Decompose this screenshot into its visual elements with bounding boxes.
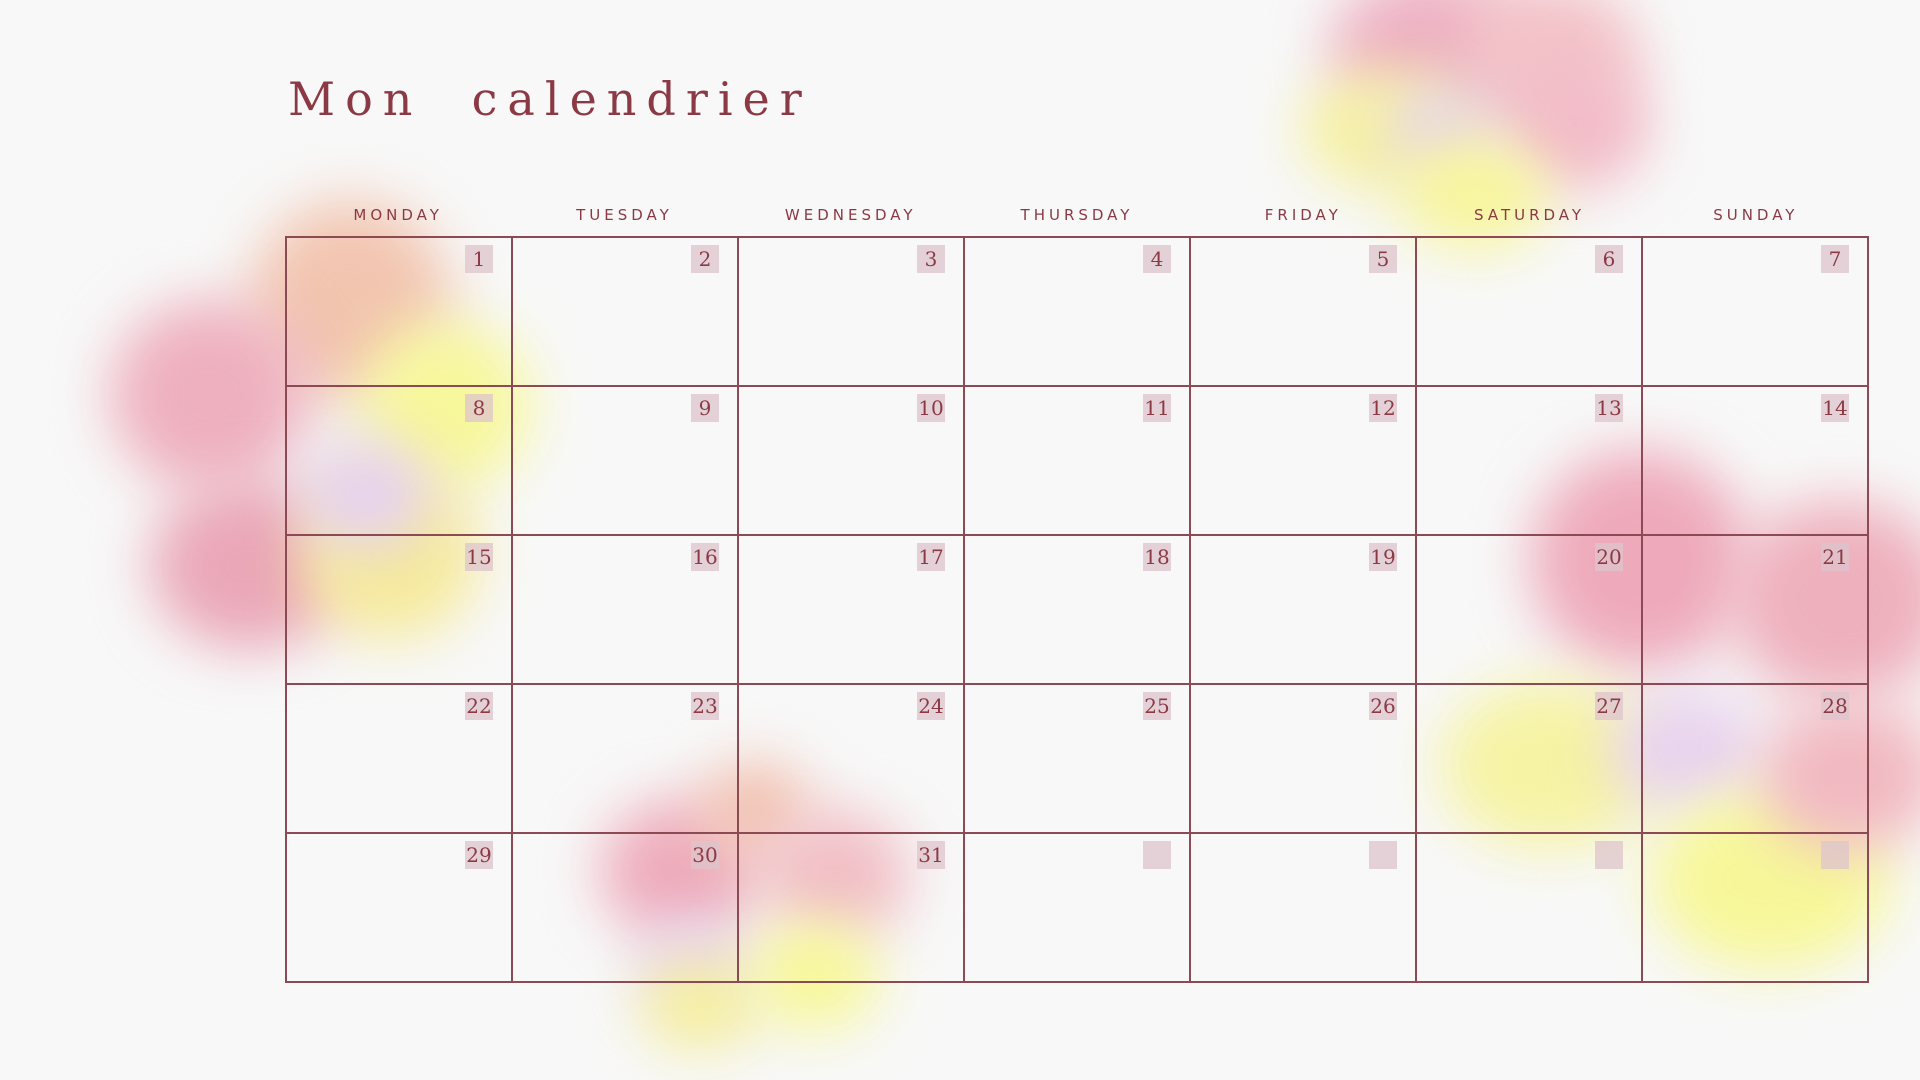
day-cell[interactable]: 7 (1643, 238, 1869, 387)
day-number: 19 (1369, 543, 1397, 571)
weekday-saturday: SATURDAY (1474, 206, 1586, 224)
day-number: 27 (1595, 692, 1623, 720)
day-number: 14 (1821, 394, 1849, 422)
day-number-empty (1369, 841, 1397, 869)
day-number: 24 (917, 692, 945, 720)
day-number: 11 (1143, 394, 1171, 422)
day-number: 4 (1143, 245, 1171, 273)
day-cell[interactable]: 30 (513, 834, 739, 983)
weekday-tuesday: TUESDAY (576, 206, 673, 224)
day-cell[interactable]: 2 (513, 238, 739, 387)
day-cell[interactable]: 23 (513, 685, 739, 834)
day-number: 9 (691, 394, 719, 422)
day-cell[interactable]: 5 (1191, 238, 1417, 387)
weekday-monday: MONDAY (353, 206, 443, 224)
day-number-empty (1143, 841, 1171, 869)
weekday-friday: FRIDAY (1264, 206, 1342, 224)
flower-blob-left (110, 300, 310, 490)
flower-blob-top-right (1330, 0, 1530, 130)
day-cell[interactable]: 10 (739, 387, 965, 536)
flower-blob-top-right (1500, 60, 1650, 190)
weekday-wednesday: WEDNESDAY (784, 206, 917, 224)
day-cell[interactable]: 22 (287, 685, 513, 834)
day-cell[interactable]: 21 (1643, 536, 1869, 685)
day-cell[interactable]: 8 (287, 387, 513, 536)
day-cell[interactable]: 19 (1191, 536, 1417, 685)
day-cell[interactable]: 1 (287, 238, 513, 387)
day-cell[interactable] (965, 834, 1191, 983)
day-cell[interactable]: 29 (287, 834, 513, 983)
page-title: Mon calendrier (288, 72, 812, 126)
day-cell[interactable]: 28 (1643, 685, 1869, 834)
day-cell[interactable] (1417, 834, 1643, 983)
weekday-header-row: MONDAY TUESDAY WEDNESDAY THURSDAY FRIDAY SATU… (285, 206, 1869, 224)
day-cell[interactable]: 3 (739, 238, 965, 387)
day-cell[interactable]: 15 (287, 536, 513, 685)
day-number-empty (1595, 841, 1623, 869)
day-number: 3 (917, 245, 945, 273)
day-number: 20 (1595, 543, 1623, 571)
calendar-page: Mon calendrier MONDAY TUESDAY WEDNESDAY THU… (0, 0, 1920, 1080)
day-cell[interactable]: 14 (1643, 387, 1869, 536)
flower-blob-top-right (1300, 70, 1470, 190)
day-cell[interactable]: 12 (1191, 387, 1417, 536)
weekday-sunday: SUNDAY (1713, 206, 1799, 224)
flower-blob-top-right (1460, 0, 1640, 130)
day-cell[interactable]: 27 (1417, 685, 1643, 834)
day-cell[interactable] (1643, 834, 1869, 983)
day-number: 25 (1143, 692, 1171, 720)
day-cell[interactable]: 6 (1417, 238, 1643, 387)
flower-blob-top-right (1390, 90, 1490, 170)
day-number: 2 (691, 245, 719, 273)
day-number: 13 (1595, 394, 1623, 422)
weekday-thursday: THURSDAY (1020, 206, 1134, 224)
day-number: 7 (1821, 245, 1849, 273)
day-cell[interactable]: 26 (1191, 685, 1417, 834)
day-cell[interactable]: 31 (739, 834, 965, 983)
day-number: 23 (691, 692, 719, 720)
day-cell[interactable]: 9 (513, 387, 739, 536)
day-number: 22 (465, 692, 493, 720)
day-cell[interactable]: 18 (965, 536, 1191, 685)
day-cell[interactable]: 17 (739, 536, 965, 685)
day-number: 8 (465, 394, 493, 422)
day-number: 1 (465, 245, 493, 273)
day-number: 12 (1369, 394, 1397, 422)
day-number: 5 (1369, 245, 1397, 273)
day-number: 15 (465, 543, 493, 571)
day-number: 16 (691, 543, 719, 571)
day-number: 10 (917, 394, 945, 422)
day-number-empty (1821, 841, 1849, 869)
day-cell[interactable]: 13 (1417, 387, 1643, 536)
day-number: 28 (1821, 692, 1849, 720)
day-cell[interactable]: 24 (739, 685, 965, 834)
day-cell[interactable]: 16 (513, 536, 739, 685)
day-number: 18 (1143, 543, 1171, 571)
day-number: 30 (691, 841, 719, 869)
day-cell[interactable]: 25 (965, 685, 1191, 834)
day-number: 29 (465, 841, 493, 869)
day-cell[interactable]: 20 (1417, 536, 1643, 685)
calendar-grid: 1 2 3 4 5 6 7 8 9 10 11 12 13 14 15 16 17 18 19 20 21 22 23 24 2… (285, 236, 1869, 983)
day-cell[interactable]: 4 (965, 238, 1191, 387)
day-number: 6 (1595, 245, 1623, 273)
day-number: 31 (917, 841, 945, 869)
day-cell[interactable]: 11 (965, 387, 1191, 536)
day-cell[interactable] (1191, 834, 1417, 983)
day-number: 21 (1821, 543, 1849, 571)
day-number: 17 (917, 543, 945, 571)
day-number: 26 (1369, 692, 1397, 720)
flower-blob-top-right (1400, 140, 1550, 250)
